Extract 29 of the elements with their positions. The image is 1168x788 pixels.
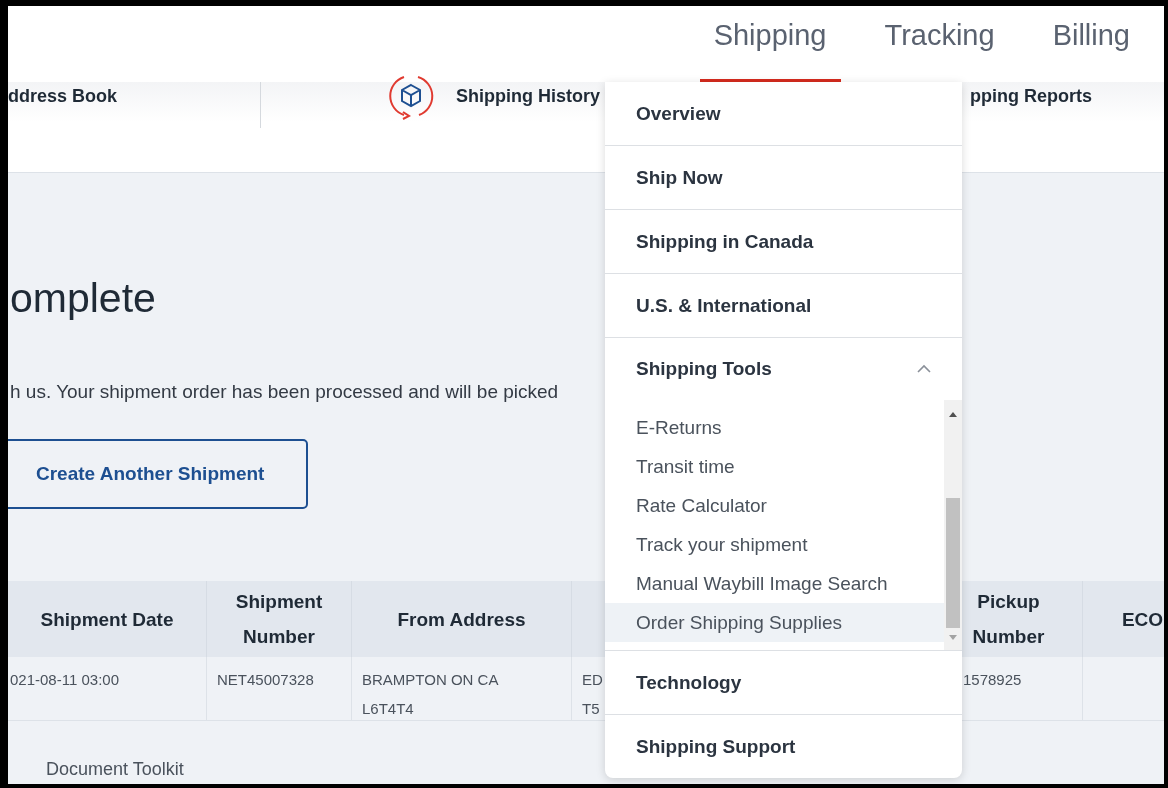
scrollbar[interactable] — [944, 400, 962, 650]
menu-item[interactable]: Technology — [605, 651, 962, 715]
nav-tab[interactable]: Tracking — [870, 6, 1009, 82]
column-header: ECO — [1083, 581, 1164, 657]
menu-group-header[interactable]: Shipping Tools — [605, 338, 962, 400]
create-shipment-button[interactable]: Create Another Shipment — [8, 439, 308, 509]
confirmation-message: h us. Your shipment order has been processed and will be picked — [10, 381, 560, 403]
table-cell: NET45007328 — [207, 657, 352, 721]
submenu-item[interactable]: Order Shipping Supplies — [605, 603, 944, 642]
column-header: Shipment Number — [207, 581, 352, 657]
sub-nav-link[interactable]: pping Reports — [970, 85, 1092, 107]
submenu-item[interactable]: Track your shipment — [605, 525, 944, 564]
sub-nav-link[interactable]: Shipping History — [456, 85, 600, 107]
table-cell: 021-08-11 03:00 — [8, 657, 207, 721]
column-header: From Address — [352, 581, 572, 657]
sub-nav-link[interactable]: ddress Book — [8, 85, 118, 107]
column-header: Shipment Date — [8, 581, 207, 657]
menu-item[interactable]: Ship Now — [605, 146, 962, 210]
table-cell: BRAMPTON ON CA L6T4T4 — [352, 657, 572, 721]
document-toolkit-link[interactable]: Document Toolkit — [46, 759, 184, 779]
menu-item[interactable]: Shipping in Canada — [605, 210, 962, 274]
submenu-item[interactable]: Rate Calculator — [605, 486, 944, 525]
menu-item[interactable]: Overview — [605, 82, 962, 146]
page-title: omplete — [10, 274, 156, 323]
nav-tab[interactable]: Billing — [1038, 6, 1144, 82]
menu-item[interactable]: U.S. & International — [605, 274, 962, 338]
chevron-up-icon — [916, 364, 932, 374]
submenu-item[interactable]: E-Returns — [605, 408, 944, 447]
submenu-item[interactable]: Transit time — [605, 447, 944, 486]
